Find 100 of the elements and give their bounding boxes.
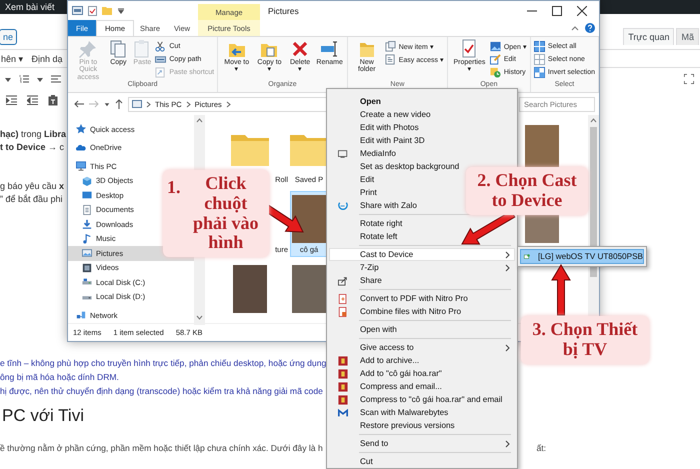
pin-icon <box>78 39 98 59</box>
back-icon[interactable] <box>74 100 84 108</box>
indent-icon[interactable] <box>6 95 17 105</box>
close-button[interactable] <box>577 6 587 16</box>
pointer-arrow <box>551 264 571 316</box>
new-item-icon <box>384 41 396 52</box>
document-icon <box>82 204 92 215</box>
window-title: Pictures <box>267 6 299 16</box>
history-icon <box>490 67 501 78</box>
picture-icon <box>82 248 92 258</box>
toolbar-button[interactable]: ne <box>0 29 18 45</box>
caret-icon[interactable] <box>4 75 12 83</box>
text-line: g báo yêu cầu x <box>0 180 64 193</box>
scan-icon <box>338 408 348 418</box>
menu-item[interactable]: Edit with Paint 3D <box>329 134 515 147</box>
pdf-icon <box>338 306 348 316</box>
page-title: Xem bài viết <box>5 2 55 12</box>
menu-item[interactable]: 7-Zip <box>329 261 515 274</box>
text-line: ông bị mã hóa hoặc dính DRM. <box>0 371 119 384</box>
window-icon[interactable] <box>72 6 83 15</box>
text-line: ” để bắt đầu phi <box>0 193 63 206</box>
up-icon[interactable] <box>115 99 123 109</box>
maximize-button[interactable] <box>552 6 562 16</box>
align-left-icon[interactable] <box>51 74 61 84</box>
collapse-icon[interactable] <box>571 25 579 31</box>
step-number: 1. <box>167 176 182 199</box>
cloud-icon <box>76 142 86 153</box>
menu-item[interactable]: Compress and email... <box>329 380 515 393</box>
copy-icon <box>108 39 128 59</box>
desktop-icon <box>82 190 92 200</box>
editor-tab[interactable]: Mã <box>676 28 699 45</box>
select-all-icon <box>534 41 545 52</box>
chat-icon <box>338 200 348 210</box>
picture-icon <box>490 41 501 52</box>
monitor-icon <box>76 161 86 172</box>
text-line: ất: <box>536 442 546 455</box>
text-line: hị được, nên thử chuyển định dạng (transcode) hoặc kiểm tra khả năng giải mã code <box>0 385 323 398</box>
caret-icon[interactable] <box>117 6 125 14</box>
pdf-icon <box>338 294 348 304</box>
menu-item[interactable]: Share <box>329 274 515 287</box>
monitor-icon <box>338 148 348 158</box>
text-line: hạc) trong Libra <box>0 128 66 141</box>
help-icon[interactable] <box>585 23 595 33</box>
music-note-icon <box>82 234 92 244</box>
menu-item[interactable]: Open with <box>329 323 515 336</box>
text-line: t to Device → c <box>0 141 64 154</box>
editor-tab[interactable]: Trực quan <box>623 28 674 45</box>
network-icon <box>76 310 86 320</box>
menu-item[interactable]: Open <box>329 95 515 108</box>
menu-item[interactable]: Rotate right <box>329 217 515 230</box>
callout-text: 2. Chọn Cast to Device <box>476 171 578 211</box>
menu-item[interactable]: Rotate left <box>329 230 515 243</box>
photo-placeholder <box>292 265 326 313</box>
star-icon <box>76 124 86 134</box>
rename-icon <box>320 39 340 59</box>
share-icon <box>338 276 348 286</box>
menu-item[interactable]: Convert to PDF with Nitro Pro <box>329 292 515 305</box>
cube-icon <box>82 176 92 186</box>
copy-path-icon <box>155 54 166 65</box>
edit-icon <box>490 54 501 65</box>
menu-item[interactable]: Compress to "cô gái hoa.rar" and email <box>329 393 515 406</box>
disk-drive-icon <box>82 277 92 288</box>
menu-item[interactable]: Cut <box>329 455 515 468</box>
menu-item[interactable]: Restore previous versions <box>329 419 515 432</box>
caret-icon[interactable] <box>36 75 44 83</box>
shortcut-icon <box>155 67 166 78</box>
chevron-icon <box>226 100 231 108</box>
fullscreen-icon[interactable] <box>684 74 694 84</box>
download-icon <box>82 219 92 230</box>
menu-item[interactable]: Scan with Malwarebytes <box>329 406 515 419</box>
menu-item[interactable]: [LG] webOS TV UT8050PSB <box>520 249 644 264</box>
menu-item[interactable]: Add to archive... <box>329 354 515 367</box>
chevron-icon <box>146 100 151 108</box>
section-heading: PC với Tivi <box>1 406 84 426</box>
film-icon <box>82 262 92 273</box>
menu-item[interactable]: Add to "cô gái hoa.rar" <box>329 367 515 380</box>
callout-text: 3. Chọn Thiết bị TV <box>531 320 639 360</box>
paste-text-icon[interactable] <box>48 94 58 106</box>
caret-icon[interactable] <box>104 101 110 107</box>
text-line: ề thường nằm ở phần cứng, phần mềm hoặc thiết lập chưa chính xác. Dưới đây là h <box>0 442 323 455</box>
invert-selection-icon <box>534 67 545 78</box>
menu-item[interactable]: Give access to <box>329 341 515 354</box>
window-icon <box>132 100 142 108</box>
menu-item[interactable]: Combine files with Nitro Pro <box>329 305 515 318</box>
numbered-list-icon[interactable] <box>19 74 29 84</box>
menu-item[interactable]: MediaInfo <box>329 147 515 160</box>
callout-text: Click chuột phải vào hình <box>192 174 260 254</box>
scissors-icon <box>155 41 166 52</box>
toolbar-menu[interactable]: Định dạ <box>32 54 63 64</box>
easy-access-icon <box>384 54 396 65</box>
chevron-icon <box>186 100 191 108</box>
menu-item[interactable]: Send to <box>329 437 515 450</box>
photo-placeholder <box>233 265 267 313</box>
tv-icon <box>524 252 530 262</box>
text-line: e tĩnh – không phù hợp cho truyền hình trực tiếp, phản chiếu desktop, hoặc ứng dụng <box>0 357 326 370</box>
outdent-icon[interactable] <box>27 95 38 105</box>
checklist-icon[interactable] <box>88 6 97 16</box>
toolbar-menu[interactable]: hên ▾ <box>1 54 24 64</box>
photo-placeholder <box>292 195 326 243</box>
menu-item[interactable]: Edit with Photos <box>329 121 515 134</box>
